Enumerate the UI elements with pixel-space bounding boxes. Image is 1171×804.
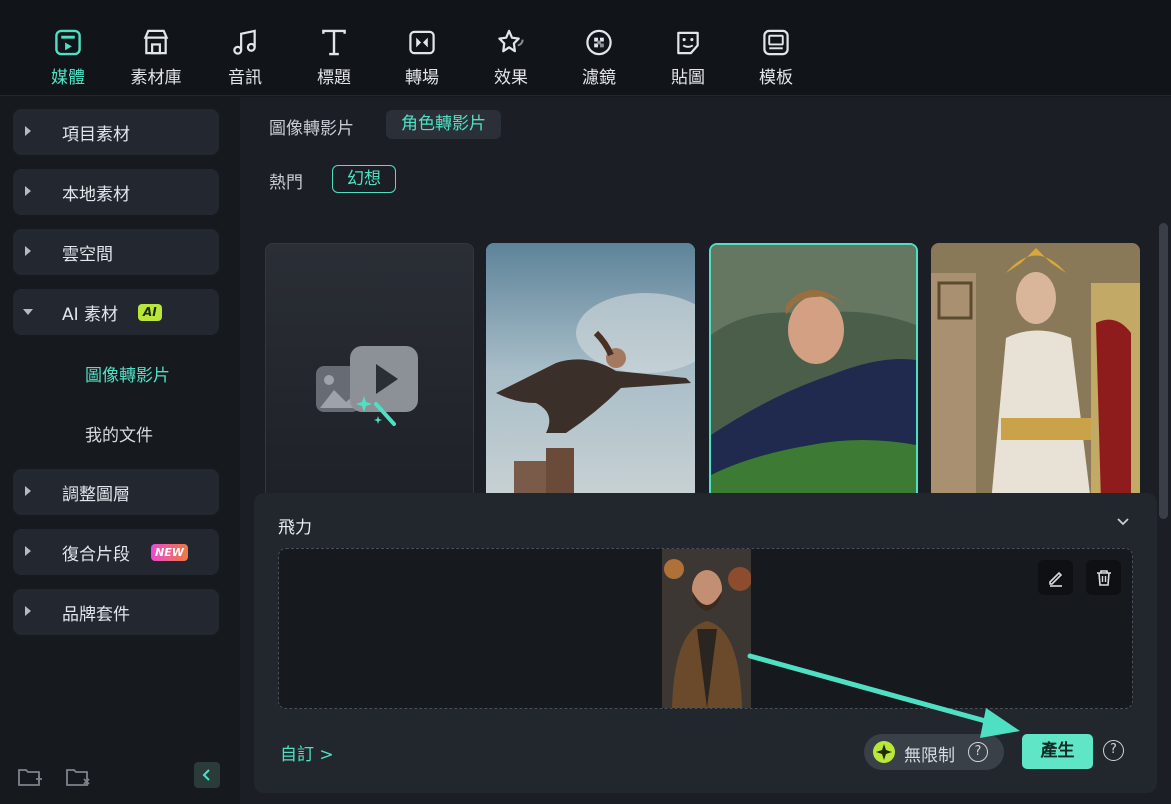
sticker-icon	[677, 31, 699, 55]
sidebar-item-label: 雲空間	[62, 244, 113, 265]
upload-card[interactable]	[265, 243, 474, 503]
tab-titles[interactable]: 標題	[298, 28, 370, 88]
tab-image-to-video[interactable]: 圖像轉影片	[269, 114, 354, 139]
help-circle-icon[interactable]: ?	[968, 742, 988, 762]
tab-effects[interactable]: 效果	[475, 28, 547, 88]
sidebar-item-ai-media[interactable]: AI 素材 AI	[13, 289, 219, 335]
top-toolbar: 媒體 素材庫 音訊 標題 轉場 效果 濾鏡 貼圖 模板	[0, 0, 1171, 96]
edit-button[interactable]	[1038, 560, 1073, 595]
sidebar-item-label: 品牌套件	[62, 604, 130, 625]
template-card-flying[interactable]	[486, 243, 695, 503]
tab-templates[interactable]: 模板	[740, 28, 812, 88]
tab-audio-label: 音訊	[228, 68, 262, 88]
running-man-image	[711, 245, 916, 501]
pencil-icon	[1048, 571, 1062, 587]
flying-person-image	[486, 243, 695, 503]
credit-star-icon	[873, 741, 895, 763]
tab-character-to-video[interactable]: 角色轉影片	[386, 110, 501, 139]
sidebar-subitem-my-files[interactable]: 我的文件	[85, 421, 153, 446]
sidebar-item-label: 本地素材	[62, 184, 130, 205]
delete-folder-icon[interactable]	[65, 765, 91, 789]
sidebar: 項目素材 本地素材 雲空間 AI 素材 AI 圖像轉影片 我的文件 調整圖層 復…	[0, 97, 240, 804]
collapse-sidebar-button[interactable]	[194, 762, 220, 788]
tab-stickers-label: 貼圖	[671, 68, 705, 88]
generate-help-icon[interactable]: ?	[1103, 740, 1124, 761]
tab-store[interactable]: 素材庫	[120, 28, 192, 88]
caret-right-icon	[25, 546, 31, 556]
filter-icon	[586, 29, 612, 56]
tab-store-label: 素材庫	[130, 68, 182, 88]
sidebar-subitem-image-to-video[interactable]: 圖像轉影片	[85, 361, 170, 386]
tab-media[interactable]: 媒體	[32, 28, 104, 88]
template-card-goddess[interactable]	[931, 243, 1140, 503]
character-photo	[662, 549, 752, 708]
text-t-icon	[322, 29, 346, 56]
unlimited-label: 無限制	[904, 746, 955, 766]
character-thumbnail	[662, 549, 752, 708]
sidebar-item-compound-clip[interactable]: 復合片段 NEW	[13, 529, 219, 575]
chevron-left-icon	[202, 769, 210, 781]
filter-fantasy[interactable]: 幻想	[332, 165, 396, 193]
tab-transitions-label: 轉場	[405, 68, 439, 88]
new-folder-icon[interactable]	[17, 765, 43, 789]
sidebar-item-cloud[interactable]: 雲空間	[13, 229, 219, 275]
sidebar-item-project-media[interactable]: 項目素材	[13, 109, 219, 155]
tab-media-label: 媒體	[51, 68, 85, 88]
delete-button[interactable]	[1086, 560, 1121, 595]
custom-link[interactable]: 自訂 >	[280, 740, 334, 765]
caret-right-icon	[25, 126, 31, 136]
new-badge: NEW	[151, 544, 188, 561]
filter-popular[interactable]: 熱門	[269, 168, 303, 193]
panel-title: 飛力	[278, 518, 312, 538]
sidebar-item-local-media[interactable]: 本地素材	[13, 169, 219, 215]
tab-templates-label: 模板	[759, 68, 793, 88]
generate-button[interactable]: 產生	[1022, 734, 1093, 769]
chevron-down-icon[interactable]	[1116, 515, 1130, 529]
caret-down-icon	[23, 309, 33, 315]
sidebar-item-adjustment-layer[interactable]: 調整圖層	[13, 469, 219, 515]
unlimited-credits-pill[interactable]: 無限制 ?	[864, 734, 1004, 770]
sidebar-item-label: 調整圖層	[62, 484, 130, 505]
sidebar-item-brand-kit[interactable]: 品牌套件	[13, 589, 219, 635]
vertical-scrollbar[interactable]	[1159, 223, 1168, 519]
template-card-running[interactable]	[709, 243, 918, 503]
trash-icon	[1096, 569, 1111, 586]
tab-effects-label: 效果	[494, 68, 528, 88]
media-icon	[55, 29, 81, 56]
caret-right-icon	[25, 486, 31, 496]
template-icon	[763, 29, 789, 56]
transition-icon	[409, 30, 435, 55]
tab-filters-label: 濾鏡	[582, 68, 616, 88]
tab-titles-label: 標題	[317, 68, 351, 88]
music-note-icon	[233, 29, 256, 55]
tab-stickers[interactable]: 貼圖	[652, 28, 724, 88]
caret-right-icon	[25, 186, 31, 196]
sidebar-item-label: 復合片段	[62, 544, 130, 565]
goddess-image	[931, 243, 1140, 503]
sidebar-item-label: 項目素材	[62, 124, 130, 145]
store-icon	[143, 29, 169, 55]
tab-transitions[interactable]: 轉場	[386, 28, 458, 88]
effects-star-icon	[498, 29, 524, 53]
sidebar-item-label: AI 素材	[62, 304, 119, 325]
ai-badge: AI	[138, 304, 162, 321]
tab-audio[interactable]: 音訊	[209, 28, 281, 88]
character-dropzone[interactable]	[278, 548, 1133, 709]
image-to-video-icon	[316, 346, 418, 426]
caret-right-icon	[25, 606, 31, 616]
tab-filters[interactable]: 濾鏡	[563, 28, 635, 88]
character-panel: 飛力 自訂 > 無限制 ? 產生 ?	[254, 493, 1157, 793]
caret-right-icon	[25, 246, 31, 256]
